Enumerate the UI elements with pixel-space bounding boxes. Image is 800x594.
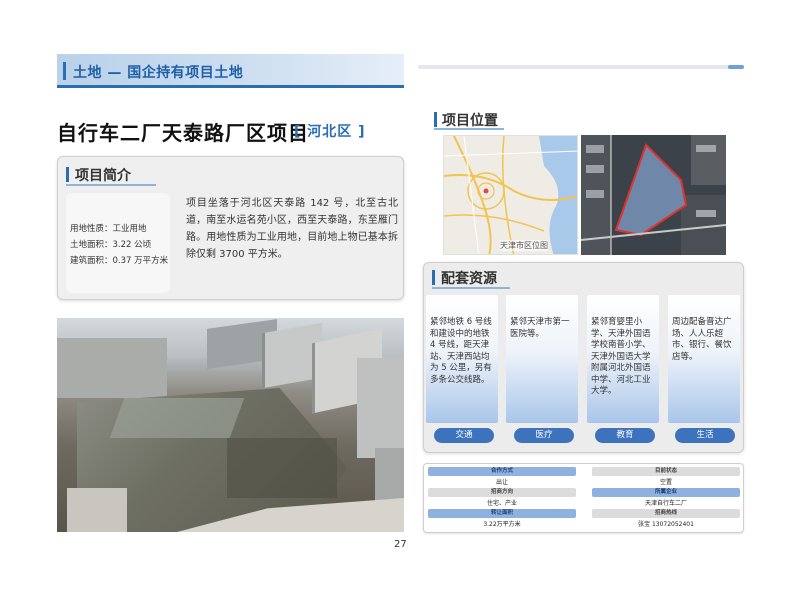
resource-column-medical: 紧邻天津市第一医院等。 — [506, 295, 578, 423]
top-divider — [418, 65, 744, 69]
banner-accent-bar — [63, 62, 66, 80]
hotline-value: 张宝 13072052401 — [638, 521, 694, 528]
intro-card: 项目简介 用地性质：工业用地 土地面积：3.22 公顷 建筑面积：0.37 万平… — [57, 156, 404, 300]
resources-heading: 配套资源 — [432, 268, 497, 288]
district-tag: [ 河北区 ] — [294, 124, 366, 140]
intro-description: 项目坐落于河北区天泰路 142 号，北至古北道，南至水运名苑小区，西至天泰路，东… — [186, 198, 398, 260]
intro-heading: 项目简介 — [66, 165, 131, 185]
resource-column-transport: 紧邻地铁 6 号线和建设中的地铁 4 号线，距天津站、天津西站均为 5 公里，另… — [426, 295, 498, 423]
resource-text-education: 紧邻育婴里小学、天津外国语学校南普小学、天津外国语大学附属河北外国语中学、河北工… — [591, 317, 651, 396]
city-map: 天津市区位图 — [443, 135, 578, 255]
investment-direction-label: 招商方向 — [428, 488, 576, 497]
project-title: 自行车二厂天泰路厂区项目 — [57, 121, 309, 145]
resource-text-living: 周边配备晋达广场、人人乐超市、银行、餐饮店等。 — [672, 317, 732, 362]
current-status-value: 空置 — [659, 479, 672, 486]
resources-card: 配套资源 紧邻地铁 6 号线和建设中的地铁 4 号线，距天津站、天津西站均为 5… — [423, 262, 744, 453]
top-divider-accent — [728, 65, 744, 69]
owner-company-value: 天津自行车二厂 — [644, 500, 687, 507]
current-status-label: 目前状态 — [592, 467, 740, 476]
land-stats-box: 用地性质：工业用地 土地面积：3.22 公顷 建筑面积：0.37 万平方米 — [66, 193, 170, 293]
location-heading-underline — [434, 128, 504, 130]
page-number: 27 — [394, 539, 407, 550]
land-area-stat: 土地面积：3.22 公顷 — [70, 240, 152, 250]
city-map-graphic — [444, 136, 577, 254]
coop-method-value: 出让 — [495, 479, 508, 486]
owner-company-label: 所属企业 — [592, 488, 740, 497]
resource-pill-transport: 交通 — [434, 428, 494, 443]
resource-text-medical: 紧邻天津市第一医院等。 — [510, 317, 570, 339]
resource-column-education: 紧邻育婴里小学、天津外国语学校南普小学、天津外国语大学附属河北外国语中学、河北工… — [587, 295, 659, 423]
resources-heading-underline — [432, 287, 510, 289]
transfer-area-label: 转让面积 — [428, 509, 576, 518]
land-use-stat: 用地性质：工业用地 — [70, 224, 147, 234]
resource-pill-living: 生活 — [675, 428, 735, 443]
resource-text-transport: 紧邻地铁 6 号线和建设中的地铁 4 号线，距天津站、天津西站均为 5 公里，另… — [430, 317, 492, 385]
coop-method-label: 合作方式 — [428, 467, 576, 476]
satellite-map-graphic — [581, 135, 726, 255]
location-heading: 项目位置 — [434, 110, 498, 130]
section-title: 土地 — 国企持有项目土地 — [73, 65, 244, 81]
site-photo — [57, 318, 404, 532]
transfer-area-value: 3.22万平方米 — [483, 521, 521, 528]
intro-heading-underline — [66, 184, 156, 186]
building-area-stat: 建筑面积：0.37 万平方米 — [70, 256, 169, 266]
investment-direction-value: 住宅、产业 — [486, 500, 517, 507]
satellite-map — [581, 135, 726, 255]
info-summary-card: 合作方式 出让 目前状态 空置 招商方向 住宅、产业 所属企业 天津自行车二厂 … — [423, 463, 744, 533]
section-banner: 土地 — 国企持有项目土地 — [57, 54, 404, 88]
city-map-caption: 天津市区位图 — [500, 240, 548, 251]
resource-pill-medical: 医疗 — [514, 428, 574, 443]
hotline-label: 招商热线 — [592, 509, 740, 518]
resource-pill-education: 教育 — [595, 428, 655, 443]
resource-column-living: 周边配备晋达广场、人人乐超市、银行、餐饮店等。 — [668, 295, 740, 423]
